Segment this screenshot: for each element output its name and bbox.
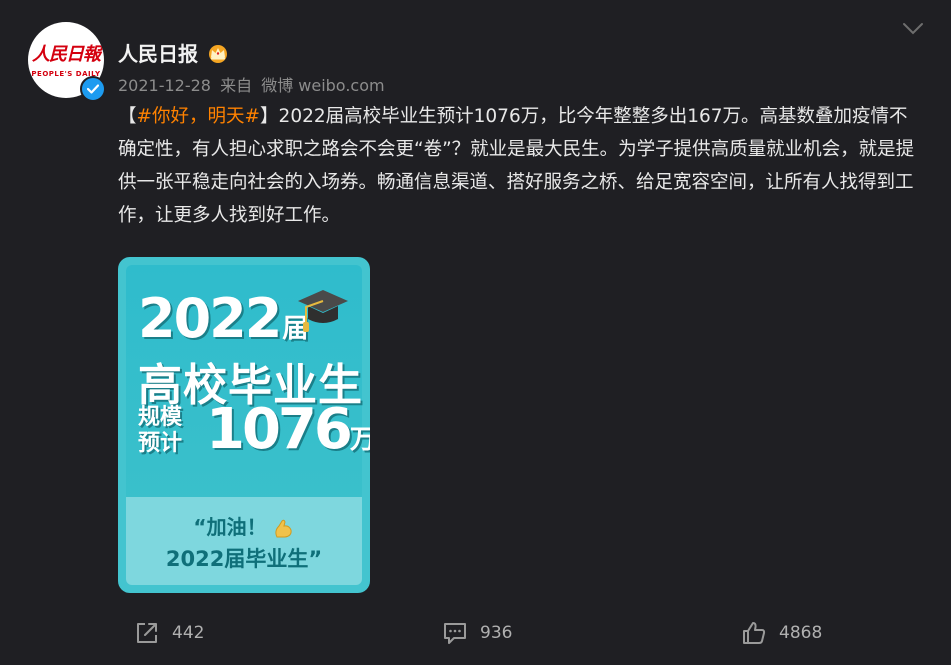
repost-count: 442 (172, 623, 205, 643)
hashtag-link[interactable]: #你好，明天# (137, 106, 261, 127)
repost-icon (137, 623, 157, 643)
verified-icon (80, 76, 106, 102)
image-estimate-label: 预计 (138, 431, 183, 456)
author-name[interactable]: 人民日报 (118, 38, 198, 67)
post-image[interactable]: 2022届 高校毕业生 规模 预计 1076万 “加油！ 2022届毕业生” (118, 257, 370, 593)
image-scale-label: 规模 (138, 405, 183, 430)
image-cheer-line1: “加油！ (126, 511, 362, 541)
image-cheer-line2: 2022届毕业生” (165, 547, 323, 571)
post-date[interactable]: 2021-12-28 (118, 76, 211, 95)
graduation-cap-icon (298, 290, 348, 332)
image-year: 2022届 (138, 287, 308, 350)
like-button[interactable]: 4868 (741, 620, 822, 646)
source-prefix: 来自 (220, 76, 253, 95)
post-meta: 2021-12-28 来自 微博 weibo.com (118, 72, 389, 96)
post-source: 微博 weibo.com (261, 76, 385, 95)
crown-icon[interactable] (206, 43, 230, 63)
comment-icon (444, 623, 466, 644)
like-count: 4868 (779, 623, 823, 643)
weibo-post: 人民日報 PEOPLE'S DAILY 人民日报 2021-12-28 来自 微… (0, 0, 951, 665)
repost-button[interactable]: 442 (134, 620, 204, 646)
author-avatar-container[interactable]: 人民日報 PEOPLE'S DAILY (28, 22, 106, 102)
thumbs-up-icon (743, 622, 766, 644)
chevron-down-icon[interactable] (902, 22, 924, 36)
bracket-close: 】 (260, 106, 279, 127)
flexed-bicep-icon (274, 519, 292, 537)
image-number: 1076万 (206, 397, 370, 462)
avatar-logo-text: 人民日報 (32, 44, 101, 65)
image-cheer-text: “加油！ (193, 515, 267, 539)
bracket-open: 【 (118, 106, 137, 127)
comment-count: 936 (480, 623, 513, 643)
image-cheer-box: “加油！ 2022届毕业生” (126, 497, 362, 585)
image-number-value: 1076 (206, 397, 353, 462)
author-name-row: 人民日报 (118, 38, 230, 67)
image-poster: 2022届 高校毕业生 规模 预计 1076万 “加油！ 2022届毕业生” (126, 265, 370, 585)
image-year-number: 2022 (138, 287, 282, 350)
comment-button[interactable]: 936 (442, 620, 512, 646)
image-line-scale: 规模 预计 (138, 405, 198, 457)
post-text: 【#你好，明天#】2022届高校毕业生预计1076万，比今年整整多出167万。高… (118, 100, 918, 232)
image-number-unit: 万 (349, 425, 370, 455)
